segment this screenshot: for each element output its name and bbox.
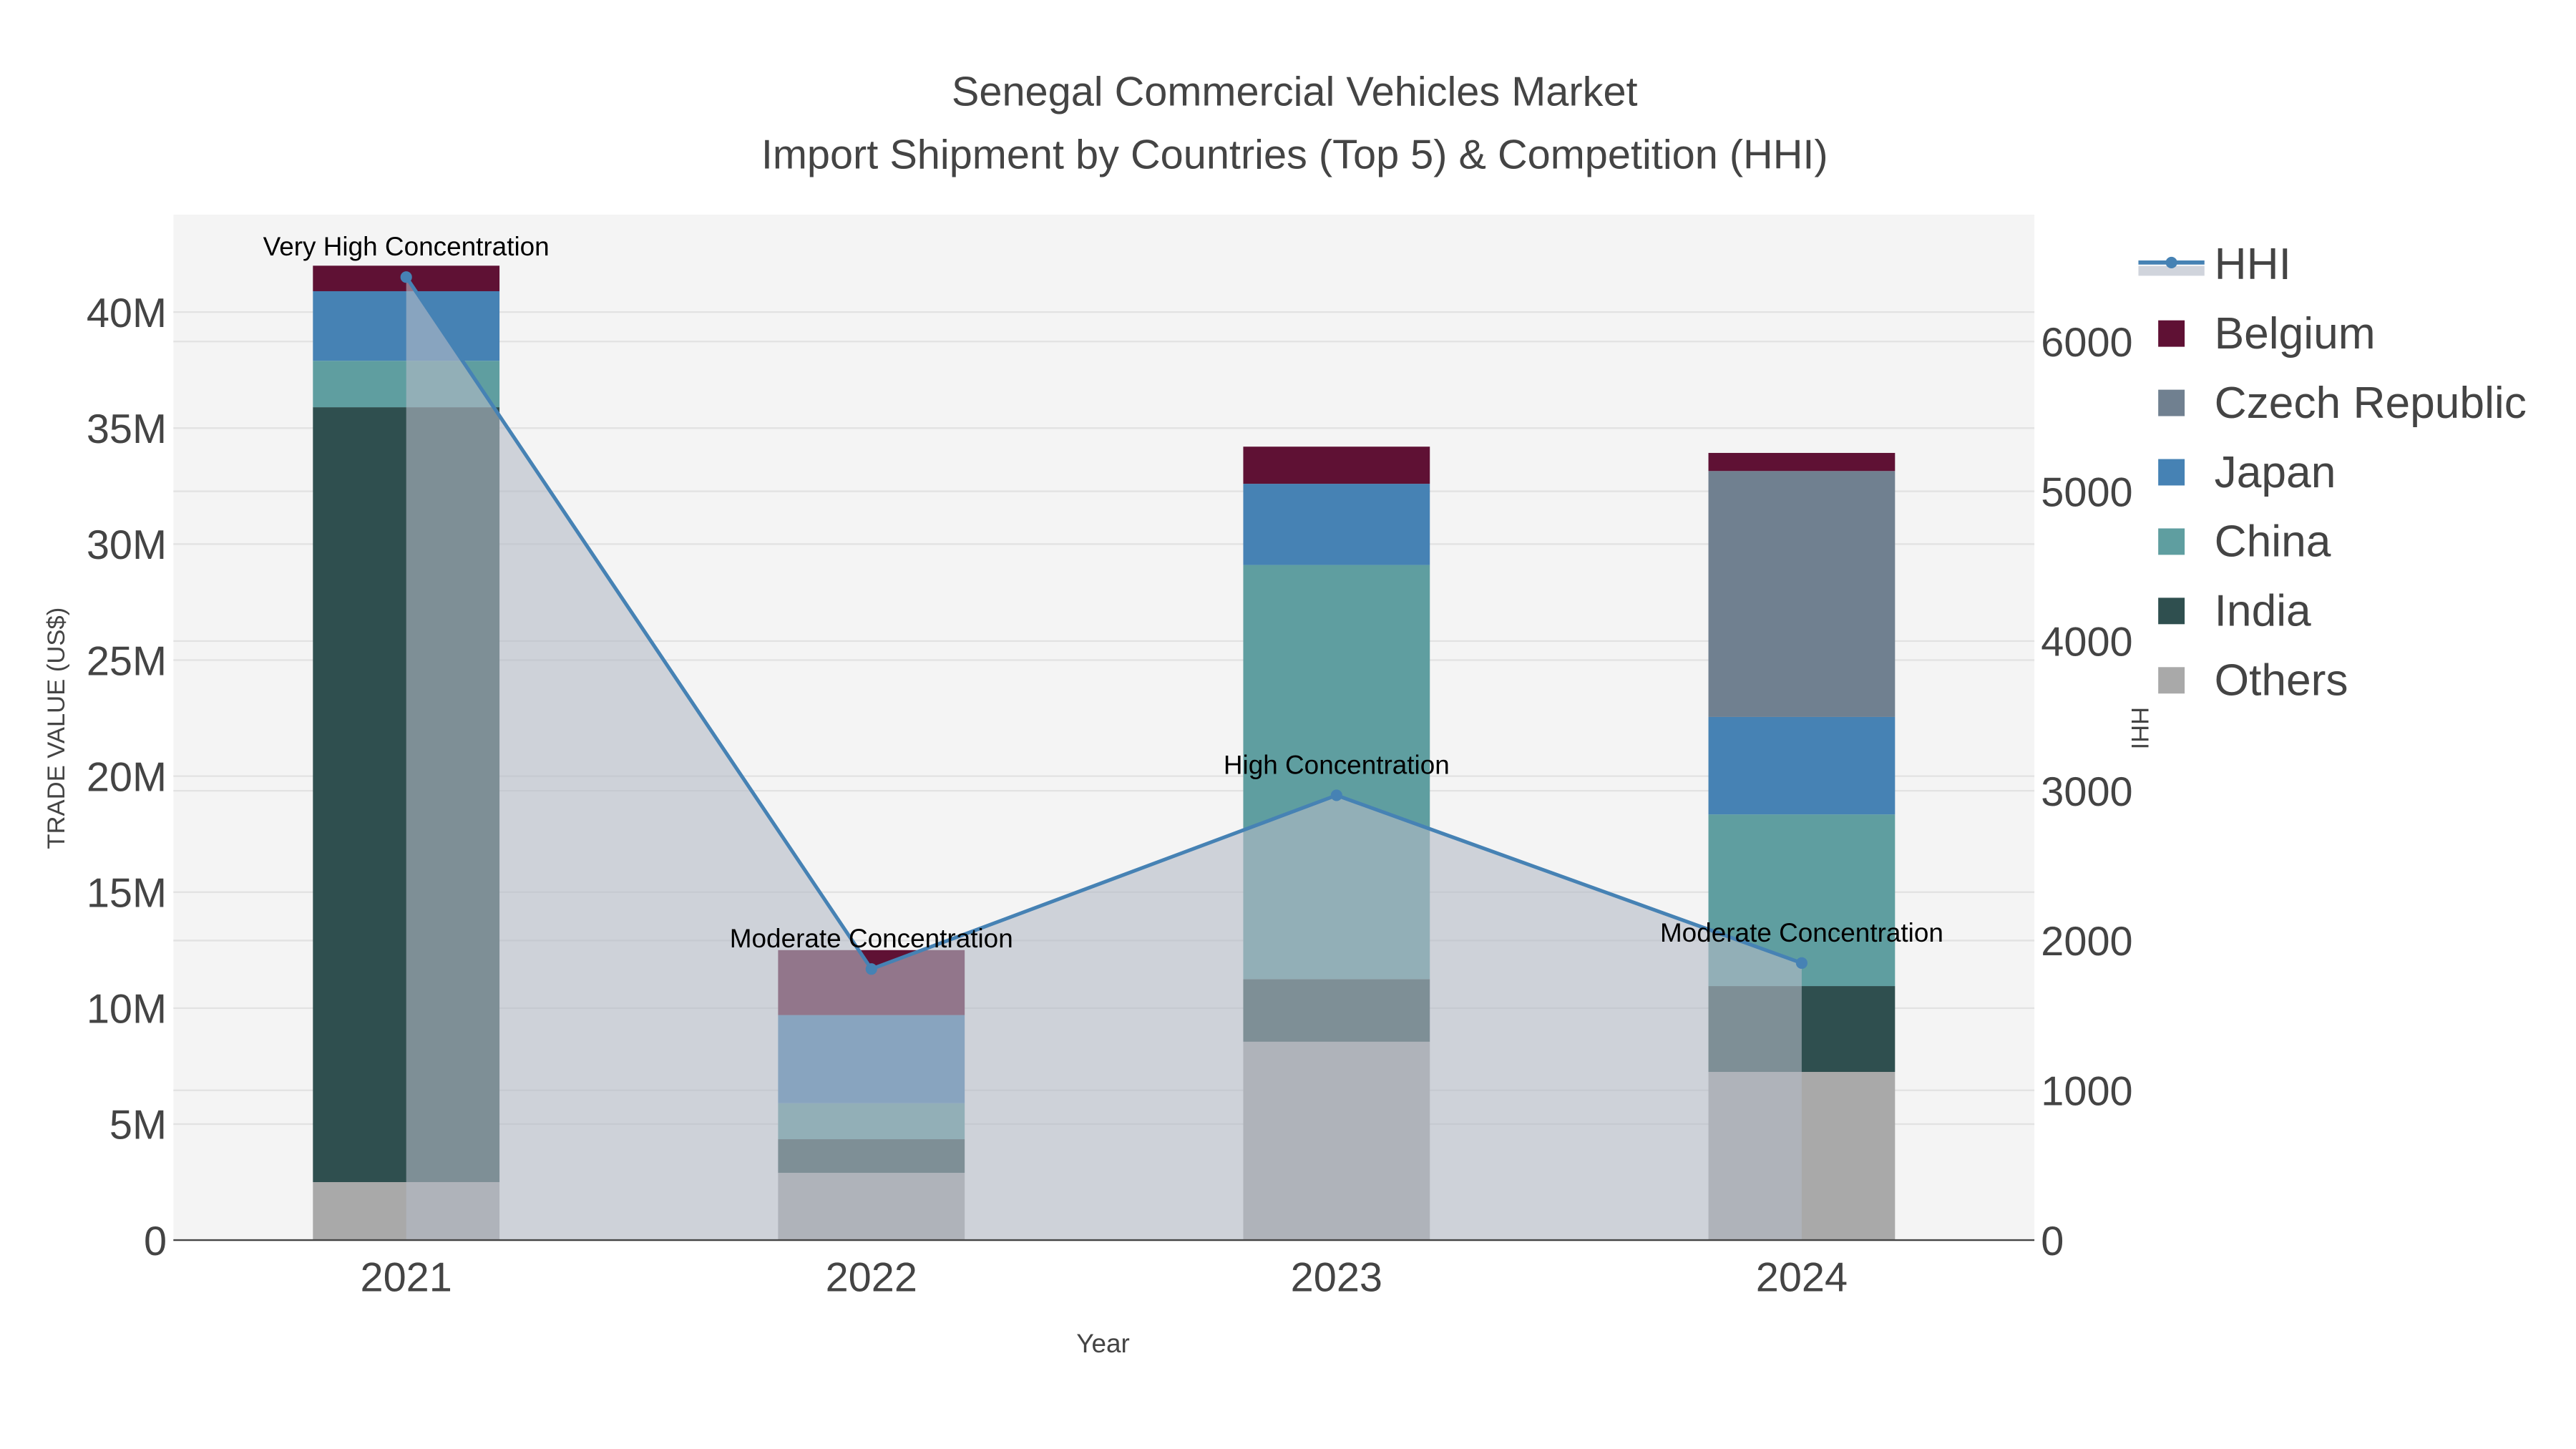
y-tick-label: 35M xyxy=(87,406,167,452)
legend-swatch xyxy=(2158,597,2185,625)
y-tick-label: 40M xyxy=(87,291,167,336)
bar-belgium xyxy=(1708,452,1896,472)
x-axis-label: Year xyxy=(1076,1329,1130,1358)
y2-tick-label: 0 xyxy=(2041,1219,2064,1264)
y2-tick-label: 3000 xyxy=(2041,769,2132,815)
legend-label: Czech Republic xyxy=(2215,379,2527,428)
legend-swatch xyxy=(2158,459,2185,486)
y-tick-label: 0 xyxy=(144,1219,167,1264)
y2-tick-label: 5000 xyxy=(2041,469,2132,515)
hhi-annotation: Moderate Concentration xyxy=(730,924,1013,953)
hhi-point xyxy=(865,963,877,975)
legend-swatch xyxy=(2158,389,2185,416)
hhi-point xyxy=(1330,789,1342,801)
y2-tick-label: 6000 xyxy=(2041,320,2132,366)
bar-japan xyxy=(313,291,500,361)
hhi-point xyxy=(1795,957,1807,969)
y2-tick-label: 2000 xyxy=(2041,919,2132,965)
y2-tick-label: 1000 xyxy=(2041,1069,2132,1115)
legend-label: Belgium xyxy=(2215,309,2376,358)
hhi-point xyxy=(400,271,412,283)
x-axis-ticks: 2021 2022 2023 2024 xyxy=(361,1255,1848,1301)
hhi-annotation: Moderate Concentration xyxy=(1660,918,1943,947)
y2-tick-label: 4000 xyxy=(2041,620,2132,665)
bar-japan xyxy=(1708,716,1896,815)
y-tick-label: 25M xyxy=(87,638,167,684)
bar-japan xyxy=(1243,484,1430,565)
chart-subtitle: Import Shipment by Countries (Top 5) & C… xyxy=(761,132,1828,177)
y-tick-label: 5M xyxy=(109,1103,167,1148)
y-axis-ticks: 0 5M 10M 15M 20M 25M 30M 35M 40M xyxy=(87,291,167,1264)
legend-label: Japan xyxy=(2215,448,2336,497)
legend-label: HHI xyxy=(2215,240,2291,289)
y-tick-label: 10M xyxy=(87,987,167,1033)
legend-hhi-marker xyxy=(2165,256,2177,268)
chart-title: Senegal Commercial Vehicles Market xyxy=(952,69,1638,115)
legend-swatch xyxy=(2158,320,2185,347)
legend-label: China xyxy=(2215,517,2331,567)
hhi-annotation: High Concentration xyxy=(1224,750,1450,779)
x-tick-label: 2024 xyxy=(1756,1255,1848,1301)
chart: Very High Concentration Moderate Concentr… xyxy=(43,69,2527,1358)
y2-axis-label: HHI xyxy=(2126,707,2153,750)
legend-swatch xyxy=(2158,528,2185,555)
y-tick-label: 20M xyxy=(87,754,167,800)
y-tick-label: 30M xyxy=(87,522,167,568)
hhi-annotation: Very High Concentration xyxy=(263,232,550,261)
y-axis-label: TRADE VALUE (US$) xyxy=(43,608,70,849)
x-tick-label: 2023 xyxy=(1291,1255,1382,1301)
y2-axis-ticks: 0 1000 2000 3000 4000 5000 6000 xyxy=(2041,320,2132,1264)
legend-label: Others xyxy=(2215,656,2348,706)
legend-label: India xyxy=(2215,587,2311,636)
x-tick-label: 2022 xyxy=(826,1255,917,1301)
x-tick-label: 2021 xyxy=(361,1255,452,1301)
bar-belgium xyxy=(1243,447,1430,484)
bar-czech-republic xyxy=(1708,471,1896,717)
y-tick-label: 15M xyxy=(87,871,167,917)
legend: HHI Belgium Czech Republic Japan China India O… xyxy=(2138,240,2527,706)
legend-swatch xyxy=(2158,667,2185,694)
